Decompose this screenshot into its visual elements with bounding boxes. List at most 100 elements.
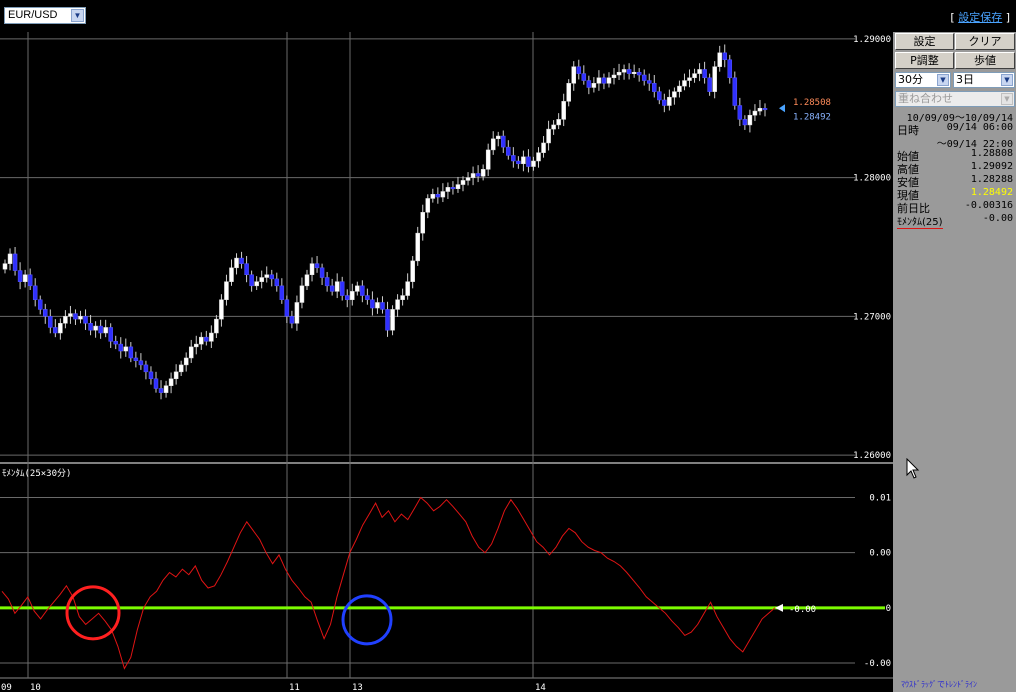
candle-body xyxy=(304,274,310,287)
datetime-to-row: ～09/14 22:00 xyxy=(897,135,1013,150)
candle-body xyxy=(707,77,712,92)
low-row: 安値 1.28288 xyxy=(897,174,1013,189)
candle-body xyxy=(677,85,682,92)
candle-body xyxy=(425,198,431,213)
candle-body xyxy=(123,346,129,352)
candle-body xyxy=(420,212,425,234)
span-select[interactable]: 3日 ▼ xyxy=(953,72,1015,88)
chevron-down-icon[interactable]: ▼ xyxy=(937,74,949,86)
mouse-cursor-icon xyxy=(906,458,920,479)
momentum-marker-icon xyxy=(775,603,783,612)
candle-body xyxy=(762,108,768,111)
candle-body xyxy=(672,91,677,98)
candle-body xyxy=(652,83,657,92)
candle-body xyxy=(43,309,48,317)
candle-body xyxy=(415,232,420,262)
momentum-value: -0.00 xyxy=(982,213,1013,224)
candle-body xyxy=(12,253,18,271)
candle-body xyxy=(687,77,692,81)
datetime-row: 日時 09/14 06:00 xyxy=(897,122,1013,137)
candle-body xyxy=(430,194,436,199)
chevron-down-icon[interactable]: ▼ xyxy=(71,9,84,22)
candle-body xyxy=(662,99,667,106)
chart-area[interactable]: 1.29000 1.28000 1.27000 1.26000 1.28508 1.284… xyxy=(0,32,893,692)
candle-body xyxy=(153,378,159,389)
candle-body xyxy=(551,124,556,130)
candle-body xyxy=(178,364,184,373)
open-value: 1.28808 xyxy=(970,148,1013,159)
candle-body xyxy=(274,278,280,287)
highlight-circle-red xyxy=(65,585,121,641)
candle-body xyxy=(385,309,390,331)
candle-body xyxy=(309,263,315,275)
candle-body xyxy=(405,281,410,296)
last-ask-label: 1.28508 xyxy=(793,98,831,108)
candle-body xyxy=(546,128,551,144)
candle-body xyxy=(495,135,501,140)
candle-body xyxy=(480,169,486,177)
candle-body xyxy=(591,83,597,88)
candle-body xyxy=(199,336,204,345)
momentum-tick-label: 0.00 xyxy=(869,549,891,559)
high-value: 1.29092 xyxy=(970,161,1013,172)
candle-body xyxy=(350,291,355,300)
candle-body xyxy=(485,149,491,170)
candle-body xyxy=(375,302,380,309)
change-value: -0.00316 xyxy=(964,200,1013,211)
candle-body xyxy=(259,277,264,282)
top-bar: EUR/USD ▼ [ 設定保存 ] xyxy=(0,0,1016,32)
candle-body xyxy=(365,295,370,300)
clear-button[interactable]: クリア xyxy=(955,33,1015,50)
candle-body xyxy=(219,299,224,320)
candle-body xyxy=(299,285,305,303)
candle-body xyxy=(289,316,295,324)
candle-body xyxy=(752,110,758,116)
candle-body xyxy=(732,77,738,106)
close-value: 1.28492 xyxy=(970,187,1013,198)
candle-body xyxy=(631,71,637,74)
candle-body xyxy=(234,257,239,269)
save-settings-link[interactable]: [ 設定保存 ] xyxy=(950,9,1010,25)
candle-body xyxy=(279,285,285,300)
close-row: 現値 1.28492 xyxy=(897,187,1013,202)
candle-body xyxy=(621,69,627,73)
interval-value: 30分 xyxy=(898,73,923,86)
candle-body xyxy=(646,80,652,84)
candle-body xyxy=(465,177,471,181)
candle-body xyxy=(113,341,118,345)
x-axis-label: 09 xyxy=(1,683,12,692)
settings-button[interactable]: 設定 xyxy=(895,33,954,50)
save-settings-label[interactable]: 設定保存 xyxy=(958,11,1002,24)
candle-body xyxy=(345,295,350,300)
candle-body xyxy=(108,327,113,342)
candle-body xyxy=(148,371,154,380)
datetime-from: 09/14 06:00 xyxy=(946,122,1013,133)
candle-body xyxy=(702,69,707,79)
interval-select[interactable]: 30分 ▼ xyxy=(895,72,951,88)
overlay-value: 重ね合わせ xyxy=(898,92,953,105)
candle-body xyxy=(183,357,189,366)
candle-body xyxy=(294,302,300,324)
candle-body xyxy=(435,194,441,198)
candle-body xyxy=(636,71,642,76)
candle-body xyxy=(506,146,511,156)
price-tick-label: 1.26000 xyxy=(853,451,891,461)
candle-body xyxy=(611,74,617,79)
candle-body xyxy=(143,364,149,373)
candle-body xyxy=(712,66,717,92)
symbol-select[interactable]: EUR/USD ▼ xyxy=(4,7,86,24)
candle-body xyxy=(370,299,375,309)
candle-body xyxy=(616,71,622,76)
chevron-down-icon[interactable]: ▼ xyxy=(1001,74,1013,86)
candle-body xyxy=(450,187,456,190)
price-adjust-button[interactable]: P調整 xyxy=(895,52,954,69)
candle-body xyxy=(239,257,244,264)
candle-body xyxy=(224,281,229,300)
candle-body xyxy=(209,332,214,342)
momentum-label: ﾓﾒﾝﾀﾑ(25) xyxy=(897,213,943,229)
tick-value-button[interactable]: 歩値 xyxy=(955,52,1015,69)
candle-body xyxy=(737,105,743,120)
momentum-tick-label: -0.00 xyxy=(864,659,891,669)
candle-body xyxy=(7,253,13,264)
price-tick-label: 1.27000 xyxy=(853,312,891,322)
